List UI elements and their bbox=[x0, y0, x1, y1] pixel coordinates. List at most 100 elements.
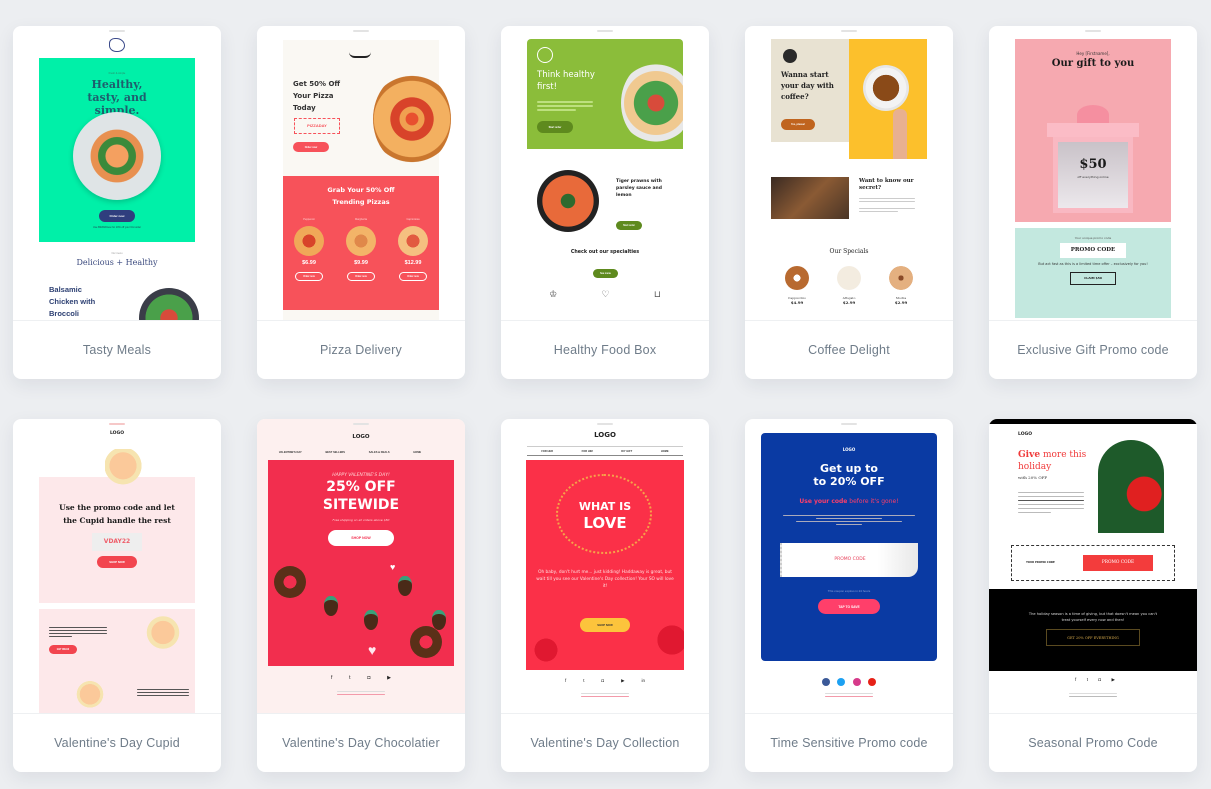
template-card-time-sensitive-promo[interactable]: LOGO Get up to to 20% OFF Use your code … bbox=[745, 419, 953, 772]
order-now-button[interactable]: Order now bbox=[99, 210, 135, 222]
shop-now-button[interactable]: SHOP NOW bbox=[97, 556, 137, 568]
facebook-icon[interactable]: f bbox=[1075, 677, 1076, 683]
twitter-icon[interactable]: t bbox=[1087, 677, 1088, 683]
template-card-valentines-cupid[interactable]: LOGO Use the promo code and let the Cupi… bbox=[13, 419, 221, 772]
prawns-image bbox=[537, 170, 599, 232]
dish-title: Tiger prawns with parsley sauce and lemo… bbox=[616, 179, 662, 198]
nav-item[interactable]: DIY GIFT bbox=[621, 450, 632, 453]
template-gallery: Fresh & simple Healthy, tasty, and simpl… bbox=[13, 26, 1197, 772]
coffee-logo-icon bbox=[783, 49, 797, 63]
body-text: Oh baby, don't hurt me... just kidding! … bbox=[536, 570, 674, 589]
template-card-healthy-food-box[interactable]: Think healthy first! Start order Tiger p… bbox=[501, 26, 709, 379]
hero-headline: Give more this holiday bbox=[1018, 450, 1087, 472]
start-order-button[interactable]: Start order bbox=[537, 121, 573, 133]
template-card-tasty-meals[interactable]: Fresh & simple Healthy, tasty, and simpl… bbox=[13, 26, 221, 379]
social-icons: f t ◘ ▶ in bbox=[565, 678, 645, 684]
template-card-pizza-delivery[interactable]: Get 50% Off Your Pizza Today PIZZADAY Or… bbox=[257, 26, 465, 379]
template-card-exclusive-gift-promo[interactable]: Hey [Firstname], Our gift to you $50 off… bbox=[989, 26, 1197, 379]
pizza-price: $6.99 bbox=[302, 260, 316, 266]
special-item: Cappuccino $4.99 bbox=[777, 266, 817, 305]
pizza-item: Margherita $9.99 Order now bbox=[341, 218, 381, 281]
brand-logo-icon bbox=[109, 38, 125, 52]
hero-headline: 25% OFF bbox=[326, 479, 396, 495]
instagram-icon[interactable]: ◘ bbox=[601, 678, 604, 684]
template-card-coffee-delight[interactable]: Wanna start your day with coffee? Yes, p… bbox=[745, 26, 953, 379]
nav-item[interactable]: FOR HIM bbox=[582, 450, 593, 453]
twitter-icon[interactable]: t bbox=[583, 678, 584, 684]
nav-item[interactable]: VALENTINE'S DAY bbox=[279, 451, 302, 454]
logo: LOGO bbox=[352, 434, 370, 440]
promo-code-box: VDAY22 bbox=[92, 533, 142, 551]
hero-headline: Our gift to you bbox=[1051, 58, 1135, 69]
template-label: Valentine's Day Cupid bbox=[13, 713, 221, 772]
nav-item[interactable]: FOR HER bbox=[541, 450, 553, 453]
pizza-item: Capricciosa $12.99 Order now bbox=[393, 218, 433, 281]
template-label: Valentine's Day Chocolatier bbox=[257, 713, 465, 772]
template-preview: Wanna start your day with coffee? Yes, p… bbox=[745, 26, 953, 320]
promo-code-box: PIZZADAY bbox=[294, 118, 340, 134]
instagram-icon[interactable]: ◘ bbox=[1098, 677, 1101, 683]
specialties-title: Check out our specialties bbox=[570, 250, 640, 255]
template-preview: LOGO Get up to to 20% OFF Use your code … bbox=[745, 419, 953, 713]
ornament-image bbox=[1098, 440, 1164, 533]
coffee-beans-image bbox=[771, 177, 849, 219]
secret-title: Want to know our secret? bbox=[859, 178, 914, 191]
order-button[interactable]: Order now bbox=[399, 272, 427, 281]
claim-button[interactable]: CLAIM $50 bbox=[1070, 272, 1116, 285]
twitter-icon[interactable] bbox=[837, 678, 846, 686]
dish-order-button[interactable]: Start order bbox=[616, 221, 642, 230]
order-now-button[interactable]: Order now bbox=[293, 142, 329, 152]
linkedin-icon[interactable]: in bbox=[641, 678, 645, 684]
hero-headline: Get up to bbox=[820, 462, 878, 475]
youtube-icon[interactable] bbox=[867, 678, 876, 686]
brand-logo-icon bbox=[537, 47, 553, 63]
yes-please-button[interactable]: Yes, please! bbox=[781, 119, 815, 130]
youtube-icon[interactable]: ▶ bbox=[1112, 677, 1115, 683]
cupid-image bbox=[105, 449, 145, 491]
coffee-cup-image bbox=[863, 65, 909, 111]
template-label: Exclusive Gift Promo code bbox=[989, 320, 1197, 379]
heart-icon: ♥ bbox=[390, 562, 396, 572]
tap-to-save-button[interactable]: TAP TO SAVE bbox=[818, 599, 880, 614]
see-menu-button[interactable]: See menu bbox=[593, 269, 618, 278]
facebook-icon[interactable]: f bbox=[565, 678, 566, 684]
order-button[interactable]: Order now bbox=[295, 272, 323, 281]
pizza-price: $12.99 bbox=[404, 260, 422, 266]
instagram-icon[interactable] bbox=[852, 678, 861, 686]
template-preview: Get 50% Off Your Pizza Today PIZZADAY Or… bbox=[257, 26, 465, 320]
nav-item[interactable]: SALES & DEALS bbox=[369, 451, 390, 454]
template-label: Seasonal Promo Code bbox=[989, 713, 1197, 772]
social-icons: f t ◘ ▶ bbox=[331, 675, 391, 681]
template-preview: Hey [Firstname], Our gift to you $50 off… bbox=[989, 26, 1197, 320]
dish-title: Balsamic Chicken with Broccoli bbox=[49, 285, 96, 318]
shop-now-button[interactable]: SHOP NOW bbox=[328, 530, 394, 546]
shop-now-button[interactable]: SHOP NOW bbox=[580, 618, 630, 632]
template-label: Tasty Meals bbox=[13, 320, 221, 379]
facebook-icon[interactable]: f bbox=[331, 675, 332, 681]
logo: LOGO bbox=[109, 431, 125, 436]
scooter-logo-icon bbox=[349, 50, 371, 58]
gift-amount: $50 bbox=[1079, 157, 1107, 172]
logo: LOGO bbox=[594, 431, 616, 439]
twitter-icon[interactable]: t bbox=[349, 675, 350, 681]
nav-item[interactable]: HOME bbox=[413, 451, 421, 454]
hero-headline: WHAT IS bbox=[578, 500, 632, 513]
promo-code-box[interactable]: PROMO CODE bbox=[1083, 555, 1153, 571]
section-title: Delicious + Healthy bbox=[76, 258, 158, 267]
template-label: Pizza Delivery bbox=[257, 320, 465, 379]
order-button[interactable]: Order now bbox=[347, 272, 375, 281]
template-card-valentines-collection[interactable]: LOGO FOR HER FOR HIM DIY GIFT HOME WHAT … bbox=[501, 419, 709, 772]
nav-item[interactable]: BEST SELLERS bbox=[325, 451, 345, 454]
section-title: Grab Your 50% Off Trending Pizzas bbox=[327, 186, 395, 206]
template-card-seasonal-promo[interactable]: LOGO Give more this holiday with 20% OFF… bbox=[989, 419, 1197, 772]
instagram-icon[interactable]: ◘ bbox=[367, 675, 370, 681]
template-card-valentines-chocolatier[interactable]: LOGO VALENTINE'S DAY BEST SELLERS SALES … bbox=[257, 419, 465, 772]
pizza-item: Pepperoni $6.99 Order now bbox=[289, 218, 329, 281]
get-offer-button[interactable]: GET 20% OFF EVERYTHING bbox=[1046, 629, 1140, 646]
pizza-price: $9.99 bbox=[354, 260, 368, 266]
youtube-icon[interactable]: ▶ bbox=[387, 675, 391, 681]
get-ideas-button[interactable]: GET IDEAS bbox=[49, 645, 77, 654]
facebook-icon[interactable] bbox=[822, 678, 830, 686]
nav-item[interactable]: HOME bbox=[661, 450, 669, 453]
youtube-icon[interactable]: ▶ bbox=[621, 678, 624, 684]
